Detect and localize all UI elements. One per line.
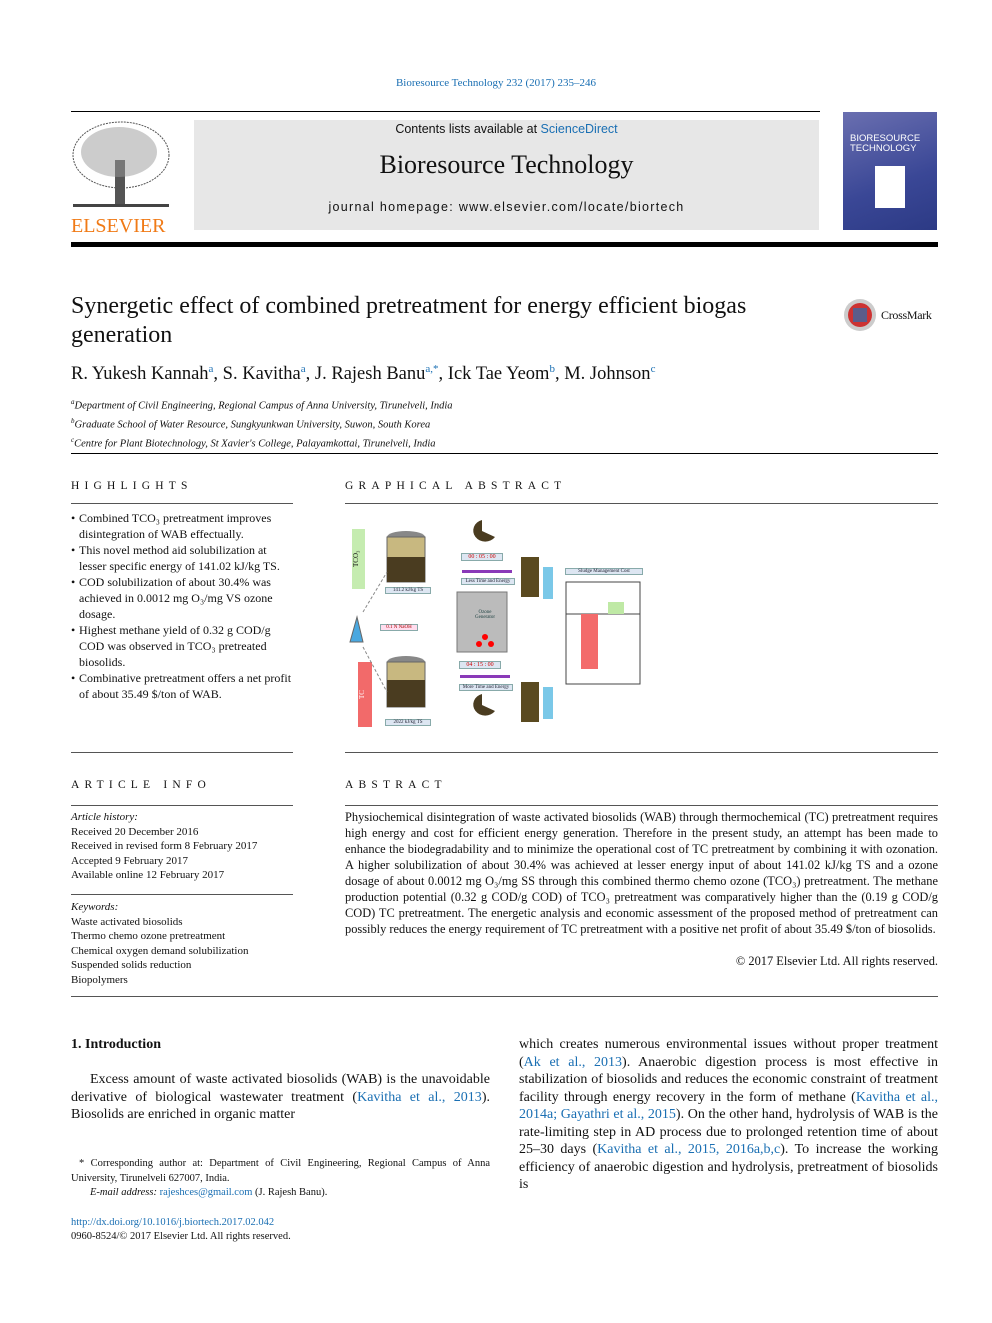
highlight-item: Highest methane yield of 0.32 g COD/g CO… [71, 622, 293, 670]
journal-homepage[interactable]: journal homepage: www.elsevier.com/locat… [194, 200, 819, 214]
keyword: Biopolymers [71, 973, 128, 986]
citation-link[interactable]: Kavitha et al., 2015, 2016a,b,c [597, 1142, 780, 1157]
crossmark-icon [844, 299, 876, 331]
highlight-item: Combinative pretreatment offers a net pr… [71, 670, 293, 702]
author[interactable]: S. Kavithaa [223, 363, 306, 384]
crossmark-button[interactable]: CrossMark [843, 298, 932, 332]
journal-header: Contents lists available at ScienceDirec… [194, 120, 819, 230]
graphical-abstract-figure: TCO₃ TC 141.2 kJ/kg TS 2022 kJ/kg TS 0.1… [345, 512, 645, 737]
page: Bioresource Technology 232 (2017) 235–24… [0, 0, 992, 1323]
section-heading: 1. Introduction [71, 1037, 161, 1052]
abstract-heading: ABSTRACT [345, 779, 447, 791]
sciencedirect-link[interactable]: ScienceDirect [541, 122, 618, 136]
article-history: Article history: Received 20 December 20… [71, 811, 258, 881]
elsevier-logo: ELSEVIER [71, 120, 171, 237]
highlight-item: This novel method aid solubilization at … [71, 542, 293, 574]
keywords: Keywords: Waste activated biosolids Therm… [71, 900, 293, 987]
highlights-heading: HIGHLIGHTS [71, 480, 193, 492]
affiliation: cCentre for Plant Biotechnology, St Xavi… [71, 436, 436, 450]
cost-bar-tc [581, 614, 598, 669]
author[interactable]: Ick Tae Yeomb [448, 363, 555, 384]
abstract-text: Physiochemical disintegration of waste a… [345, 810, 938, 936]
highlight-item: Combined TCO₃ pretreatment improves disi… [71, 510, 293, 542]
citation-link[interactable]: Kavitha et al., 2013 [357, 1090, 482, 1105]
copyright: © 2017 Elsevier Ltd. All rights reserved… [735, 954, 938, 968]
tree-icon [72, 121, 170, 207]
article-info-heading: ARTICLE INFO [71, 779, 211, 791]
author[interactable]: M. Johnsonc [564, 363, 655, 384]
issn: 0960-8524/© 2017 Elsevier Ltd. All right… [71, 1231, 291, 1242]
journal-reference[interactable]: Bioresource Technology 232 (2017) 235–24… [0, 77, 992, 89]
affiliations: aDepartment of Civil Engineering, Region… [71, 395, 453, 452]
keyword: Suspended solids reduction [71, 959, 192, 971]
highlights-list: Combined TCO₃ pretreatment improves disi… [71, 510, 293, 702]
keyword: Thermo chemo ozone pretreatment [71, 930, 226, 942]
intro-paragraph-2: which creates numerous environmental iss… [519, 1037, 939, 1192]
graphical-abstract-heading: GRAPHICAL ABSTRACT [345, 480, 567, 492]
keyword: Waste activated biosolids [71, 915, 183, 928]
journal-title: Bioresource Technology [379, 150, 634, 179]
author-list: R. Yukesh Kannaha, S. Kavithaa, J. Rajes… [71, 363, 656, 385]
author[interactable]: J. Rajesh Banua,* [315, 363, 439, 384]
email-link[interactable]: rajeshces@gmail.com [160, 1187, 253, 1198]
cost-bar-tco3 [608, 602, 624, 614]
highlight-item: COD solubilization of about 30.4% was ac… [71, 574, 293, 622]
doi-link[interactable]: http://dx.doi.org/10.1016/j.biortech.201… [71, 1217, 274, 1228]
affiliation: bGraduate School of Water Resource, Sung… [71, 417, 431, 431]
intro-paragraph-1: Excess amount of waste activated biosoli… [71, 1072, 490, 1122]
article-title: Synergetic effect of combined pretreatme… [71, 293, 747, 348]
keyword: Chemical oxygen demand solubilization [71, 944, 249, 957]
footnote: * Corresponding author at: Department of… [71, 1158, 490, 1198]
citation-link[interactable]: Ak et al., 2013 [524, 1055, 622, 1070]
journal-cover: BIORESOURCE TECHNOLOGY [843, 112, 937, 230]
affiliation: aDepartment of Civil Engineering, Region… [71, 398, 453, 412]
author[interactable]: R. Yukesh Kannaha [71, 363, 213, 384]
